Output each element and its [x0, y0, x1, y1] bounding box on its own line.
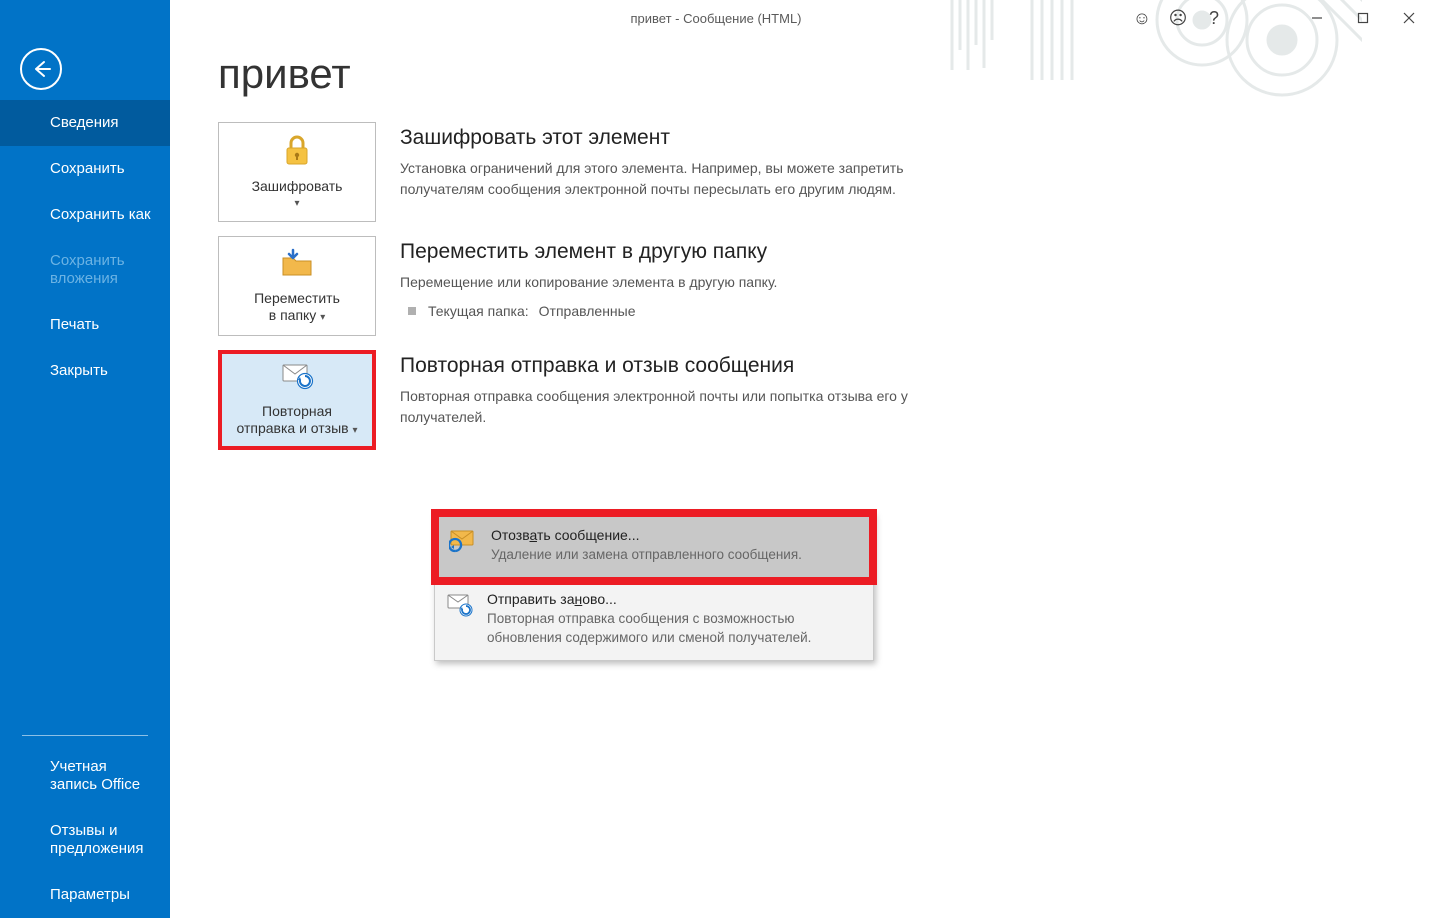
- encrypt-button[interactable]: Зашифровать ▾: [218, 122, 376, 222]
- sidebar-divider: [22, 735, 148, 736]
- sidebar-item-save-as[interactable]: Сохранить как: [0, 192, 170, 238]
- menu-item-recall-desc: Удаление или замена отправленного сообще…: [491, 546, 855, 565]
- recall-message-icon: [449, 529, 481, 558]
- page-title: привет: [218, 50, 1432, 98]
- move-desc: Перемещение или копирование элемента в д…: [400, 272, 777, 293]
- current-folder-row: Текущая папка: Отправленные: [400, 303, 777, 319]
- help-icon[interactable]: ?: [1196, 0, 1232, 36]
- resend-recall-icon: [277, 363, 317, 395]
- chevron-down-icon: ▾: [294, 198, 299, 210]
- back-button[interactable]: [20, 48, 62, 90]
- sidebar-item-office-account[interactable]: Учетная запись Office: [0, 744, 170, 808]
- resend-again-icon: [445, 593, 477, 622]
- move-to-folder-button[interactable]: Переместить в папку ▾: [218, 236, 376, 336]
- move-button-label-1: Переместить: [254, 290, 340, 307]
- menu-item-resend-again[interactable]: Отправить заново... Повторная отправка с…: [435, 581, 873, 660]
- window-title: привет - Сообщение (HTML): [631, 11, 802, 26]
- close-button[interactable]: [1386, 0, 1432, 36]
- bullet-icon: [408, 307, 416, 315]
- menu-item-resend-again-desc: Повторная отправка сообщения с возможнос…: [487, 610, 859, 648]
- sidebar-item-save[interactable]: Сохранить: [0, 146, 170, 192]
- feedback-smile-icon[interactable]: ☺: [1124, 0, 1160, 36]
- sidebar-item-info[interactable]: Сведения: [0, 100, 170, 146]
- sidebar-item-close[interactable]: Закрыть: [0, 348, 170, 394]
- backstage-sidebar: Сведения Сохранить Сохранить как Сохрани…: [0, 0, 170, 918]
- maximize-button[interactable]: [1340, 0, 1386, 36]
- feedback-frown-icon[interactable]: ☹: [1160, 0, 1196, 36]
- lock-icon: [282, 134, 312, 170]
- resend-desc: Повторная отправка сообщения электронной…: [400, 386, 960, 428]
- sidebar-item-save-attachments: Сохранить вложения: [0, 238, 170, 302]
- menu-item-recall-title: Отозвать сообщение...: [491, 527, 855, 543]
- sidebar-item-print[interactable]: Печать: [0, 302, 170, 348]
- encrypt-heading: Зашифровать этот элемент: [400, 126, 960, 150]
- minimize-button[interactable]: [1294, 0, 1340, 36]
- current-folder-label: Текущая папка:: [428, 303, 529, 319]
- resend-button-label-2: отправка и отзыв: [236, 420, 348, 436]
- menu-item-recall-message[interactable]: Отозвать сообщение... Удаление или замен…: [431, 509, 877, 585]
- folder-move-icon: [279, 248, 315, 282]
- encrypt-desc: Установка ограничений для этого элемента…: [400, 158, 960, 200]
- resend-recall-dropdown: Отозвать сообщение... Удаление или замен…: [434, 512, 874, 661]
- chevron-down-icon: ▾: [352, 425, 357, 436]
- backstage-main: привет Зашифровать ▾ Зашифровать этот эл…: [170, 40, 1432, 918]
- encrypt-button-label: Зашифровать: [252, 178, 343, 195]
- resend-heading: Повторная отправка и отзыв сообщения: [400, 354, 960, 378]
- current-folder-value: Отправленные: [539, 303, 636, 319]
- section-move: Переместить в папку ▾ Переместить элемен…: [218, 236, 1432, 336]
- section-encrypt: Зашифровать ▾ Зашифровать этот элемент У…: [218, 122, 1432, 222]
- move-heading: Переместить элемент в другую папку: [400, 240, 777, 264]
- resend-button-label-1: Повторная: [262, 403, 332, 420]
- menu-item-resend-again-title: Отправить заново...: [487, 591, 859, 607]
- chevron-down-icon: ▾: [320, 312, 325, 323]
- section-resend-recall: Повторная отправка и отзыв ▾ Повторная о…: [218, 350, 1432, 450]
- sidebar-item-options[interactable]: Параметры: [0, 872, 170, 918]
- resend-recall-button[interactable]: Повторная отправка и отзыв ▾: [218, 350, 376, 450]
- move-button-label-2: в папку: [269, 307, 317, 323]
- sidebar-item-feedback[interactable]: Отзывы и предложения: [0, 808, 170, 872]
